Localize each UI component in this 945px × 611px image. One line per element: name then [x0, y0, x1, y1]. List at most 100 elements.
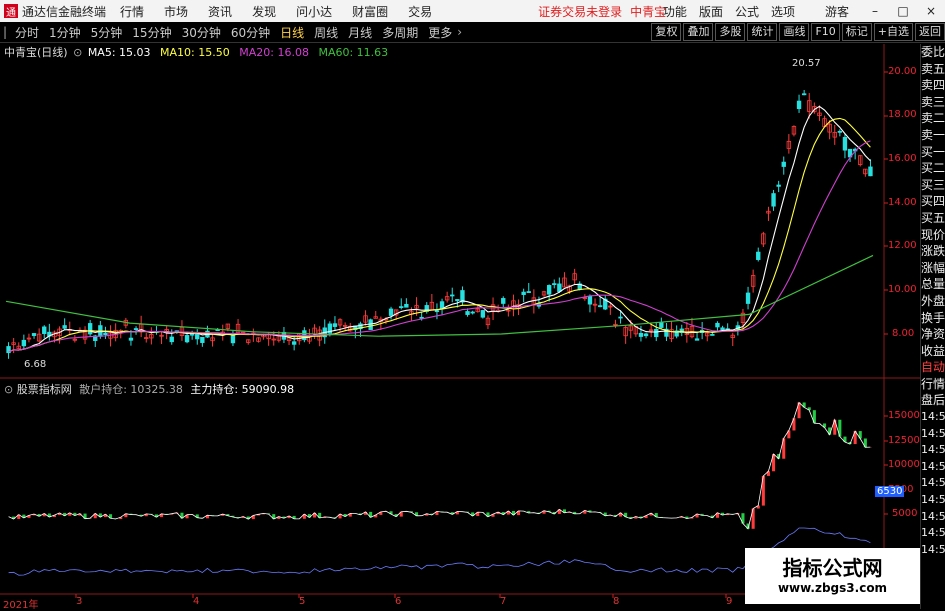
period-tab-active[interactable]: 日线 — [275, 24, 309, 41]
candle-body — [174, 330, 180, 333]
side-item[interactable]: 收益 — [921, 343, 945, 360]
menu-item-quotes[interactable]: 行情 — [120, 3, 144, 20]
side-item[interactable]: 总量 — [921, 276, 945, 293]
side-time: 14:56 — [921, 476, 945, 490]
candle-body — [93, 335, 98, 342]
side-item[interactable]: 现价 — [921, 227, 945, 244]
menu-item-trade[interactable]: 交易 — [408, 3, 432, 20]
side-item[interactable]: 买三 — [921, 177, 945, 194]
candle-body — [674, 330, 679, 337]
side-item[interactable]: 买四 — [921, 193, 945, 210]
side-item[interactable]: 换手 — [921, 310, 945, 327]
side-item[interactable]: 卖一 — [921, 127, 945, 144]
date-label: 8 — [613, 596, 620, 607]
period-tab[interactable]: 5分钟 — [86, 24, 128, 41]
chevron-right-icon[interactable]: › — [457, 25, 462, 39]
candle-body — [750, 275, 756, 287]
draw-button[interactable]: 画线 — [779, 23, 810, 41]
menu-options[interactable]: 选项 — [771, 3, 795, 20]
candle-body — [189, 332, 195, 336]
side-item[interactable]: 委比 — [921, 44, 945, 61]
candle-body — [123, 319, 129, 326]
f10-button[interactable]: F10 — [811, 23, 840, 41]
candle-body — [210, 337, 215, 342]
side-item-auto[interactable]: 自动 — [921, 359, 945, 376]
candle-body — [812, 106, 817, 113]
side-item[interactable]: 外盘 — [921, 293, 945, 310]
indicator-header: ⊙ 股票指标网 散户持仓: 10325.38 主力持仓: 59090.98 — [4, 381, 294, 397]
candle-body — [638, 332, 644, 337]
menu-function[interactable]: 功能 — [663, 3, 687, 20]
login-notice[interactable]: 证券交易未登录 — [538, 3, 622, 20]
period-tab[interactable]: 多周期 — [377, 24, 423, 41]
ma10-label: MA10: 15.50 — [160, 46, 230, 59]
side-item[interactable]: 净资 — [921, 326, 945, 343]
candle-body — [654, 328, 659, 338]
ma20-label: MA20: 16.08 — [239, 46, 309, 59]
menu-item-market[interactable]: 市场 — [164, 3, 188, 20]
side-item[interactable]: 卖三 — [921, 94, 945, 111]
side-item[interactable]: 买二 — [921, 160, 945, 177]
adjust-button[interactable]: 复权 — [651, 23, 682, 41]
candle-body — [439, 301, 445, 310]
menu-item-wealth[interactable]: 财富圈 — [352, 3, 388, 20]
candle-body — [567, 285, 572, 292]
side-time: 14:56 — [921, 509, 945, 523]
close-icon[interactable]: × — [917, 4, 945, 18]
side-item[interactable]: 买一 — [921, 144, 945, 161]
settings-dot-icon[interactable]: ⊙ — [73, 46, 82, 59]
candle-body — [215, 329, 220, 331]
kline-chart[interactable] — [0, 0, 945, 609]
candle-body — [618, 316, 623, 319]
add-watchlist-button[interactable]: +自选 — [873, 23, 913, 41]
maximize-icon[interactable]: □ — [889, 4, 917, 18]
side-item[interactable]: 卖二 — [921, 110, 945, 127]
period-tab[interactable]: 30分钟 — [177, 24, 226, 41]
candle-body — [337, 319, 343, 326]
candle-body — [506, 309, 511, 312]
candle-body — [847, 148, 853, 158]
period-tab[interactable]: 60分钟 — [226, 24, 275, 41]
menu-layout[interactable]: 版面 — [699, 3, 723, 20]
back-button[interactable]: 返回 — [915, 23, 945, 41]
side-item[interactable]: 涨跌 — [921, 243, 945, 260]
candle-body — [57, 328, 62, 337]
period-tab[interactable]: 15分钟 — [127, 24, 176, 41]
candle-body — [240, 331, 246, 334]
candle-body — [281, 331, 287, 340]
period-tab[interactable]: 月线 — [343, 24, 377, 41]
minimize-icon[interactable]: – — [861, 4, 889, 18]
menu-formula[interactable]: 公式 — [735, 3, 759, 20]
period-tab[interactable]: 分时 — [10, 24, 44, 41]
menu-item-news[interactable]: 资讯 — [208, 3, 232, 20]
side-item[interactable]: 涨幅 — [921, 260, 945, 277]
side-item[interactable]: 卖四 — [921, 77, 945, 94]
side-item[interactable]: 行情 — [921, 376, 945, 393]
side-time: 14:56 — [921, 542, 945, 556]
candle-body — [21, 339, 27, 347]
candle-body — [771, 193, 776, 207]
indicator-title: 股票指标网 — [16, 383, 72, 396]
period-tab[interactable]: 周线 — [309, 24, 343, 41]
guest-label[interactable]: 游客 — [825, 3, 849, 20]
side-item[interactable]: 盘后 — [921, 392, 945, 409]
candle-body — [322, 327, 327, 338]
overlay-button[interactable]: 叠加 — [683, 23, 714, 41]
side-item[interactable]: 卖五 — [921, 61, 945, 78]
candle-body — [424, 305, 429, 312]
side-item[interactable]: 买五 — [921, 210, 945, 227]
stats-button[interactable]: 统计 — [747, 23, 778, 41]
candle-body — [511, 300, 516, 310]
candle-body — [419, 316, 424, 319]
period-tab-more[interactable]: 更多 — [423, 24, 457, 41]
candle-body — [179, 326, 185, 336]
settings-dot-icon[interactable]: ⊙ — [4, 383, 13, 396]
multi-stock-button[interactable]: 多股 — [715, 23, 746, 41]
menu-item-discover[interactable]: 发现 — [252, 3, 276, 20]
candle-body — [297, 333, 302, 342]
candle-body — [11, 342, 16, 345]
mark-button[interactable]: 标记 — [841, 23, 872, 41]
period-tab[interactable]: 1分钟 — [44, 24, 86, 41]
menu-item-ask[interactable]: 问小达 — [296, 3, 332, 20]
candle-body — [689, 325, 695, 338]
